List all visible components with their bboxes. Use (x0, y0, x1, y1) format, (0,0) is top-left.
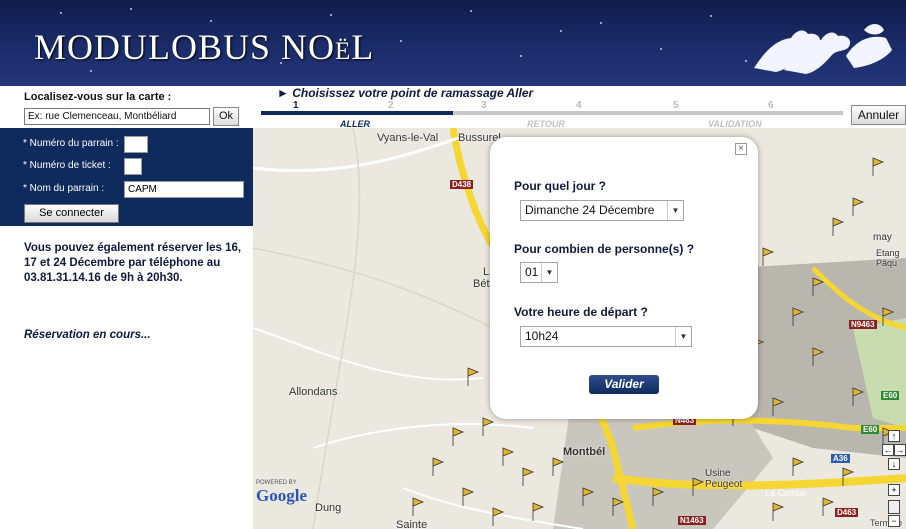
people-select[interactable]: 01 ▼ (520, 262, 558, 283)
map-label-may: may (873, 232, 892, 243)
zoom-slider[interactable] (888, 500, 900, 514)
pan-right-icon[interactable]: → (894, 444, 906, 456)
steps-bar: ► Choisissez votre point de ramassage Al… (253, 86, 906, 129)
step-number-2: 2 (388, 100, 394, 111)
site-header: MODULOBUS NOëL (0, 0, 906, 86)
road-badge-a36: A36 (831, 454, 850, 463)
road-badge-n9463: N9463 (849, 320, 877, 329)
map-label-l: L (483, 266, 490, 278)
login-form: * Numéro du parrain : * Numéro de ticket… (0, 128, 253, 226)
locate-box: Localisez-vous sur la carte : Ex: rue Cl… (0, 86, 253, 128)
step-progress-remaining (453, 111, 843, 115)
road-badge-e60-b: E60 (861, 425, 880, 434)
pan-down-icon[interactable]: ↓ (888, 458, 900, 470)
annuler-button[interactable]: Annuler (851, 105, 906, 125)
chevron-down-icon: ▼ (675, 327, 691, 346)
question-people: Pour combien de personne(s) ? (514, 242, 695, 256)
locate-title: Localisez-vous sur la carte : (24, 91, 172, 103)
road-badge-e60-a: E60 (881, 391, 900, 400)
phone-info: Vous pouvez également réserver les 16, 1… (24, 242, 242, 284)
map-label-sainte: Sainte (396, 519, 428, 529)
zoom-in-icon[interactable]: + (888, 484, 900, 496)
map-label-vyans: Vyans-le-Val (377, 132, 439, 144)
steps-title: ► Choisissez votre point de ramassage Al… (277, 86, 534, 100)
google-logo: Google (256, 486, 307, 505)
map-label-etang: Etang Pâqu (876, 248, 900, 268)
booking-popup: × Pour quel jour ? Dimanche 24 Décembre … (490, 137, 758, 419)
google-attribution: POWERED BY Google (256, 480, 307, 506)
map-label-bet: Bét (473, 278, 490, 290)
close-icon[interactable]: × (735, 143, 747, 155)
map-label-la-combe: La Combe (765, 488, 807, 498)
parrain-name-label: * Nom du parrain : (23, 183, 105, 194)
parrain-name-field[interactable]: CAPM (124, 181, 244, 198)
map-label-montbeliard: Montbél (563, 446, 606, 458)
day-select-value: Dimanche 24 Décembre (525, 203, 655, 217)
step-number-3: 3 (481, 100, 487, 111)
zoom-out-icon[interactable]: − (888, 515, 900, 527)
parrain-number-label: * Numéro du parrain : (23, 138, 119, 149)
road-badge-d463: D463 (835, 508, 859, 517)
step-number-1: 1 (293, 100, 299, 111)
connect-button[interactable]: Se connecter (24, 204, 119, 223)
sleigh-horses-icon (754, 24, 892, 74)
chevron-down-icon: ▼ (667, 201, 683, 220)
step-number-4: 4 (576, 100, 582, 111)
question-day: Pour quel jour ? (514, 179, 606, 193)
road-badge-d438: D438 (450, 180, 474, 189)
parrain-number-field[interactable] (124, 136, 148, 153)
left-panel: Localisez-vous sur la carte : Ex: rue Cl… (0, 86, 253, 529)
people-select-value: 01 (525, 265, 539, 279)
day-select[interactable]: Dimanche 24 Décembre ▼ (520, 200, 684, 221)
ticket-number-field[interactable] (124, 158, 142, 175)
valider-button[interactable]: Valider (589, 375, 659, 394)
reservation-status: Réservation en cours... (24, 329, 151, 341)
chevron-down-icon: ▼ (541, 263, 557, 282)
address-input[interactable]: Ex: rue Clemenceau, Montbéliard (24, 108, 210, 125)
time-select-value: 10h24 (525, 329, 559, 343)
time-select[interactable]: 10h24 ▼ (520, 326, 692, 347)
step-progress-active (261, 111, 453, 115)
site-logo: MODULOBUS NOëL (34, 27, 375, 67)
pan-up-icon[interactable]: ↑ (888, 430, 900, 442)
map-label-dung: Dung (315, 502, 342, 514)
road-badge-n1463: N1463 (678, 516, 706, 525)
pan-left-icon[interactable]: ← (882, 444, 894, 456)
ticket-number-label: * Numéro de ticket : (23, 160, 111, 171)
step-number-5: 5 (673, 100, 679, 111)
question-time: Votre heure de départ ? (514, 305, 648, 319)
step-number-6: 6 (768, 100, 774, 111)
map-label-usine-peugeot: Usine Peugeot (705, 468, 743, 490)
map-label-allondans: Allondans (289, 386, 338, 398)
ok-button[interactable]: Ok (213, 107, 239, 126)
